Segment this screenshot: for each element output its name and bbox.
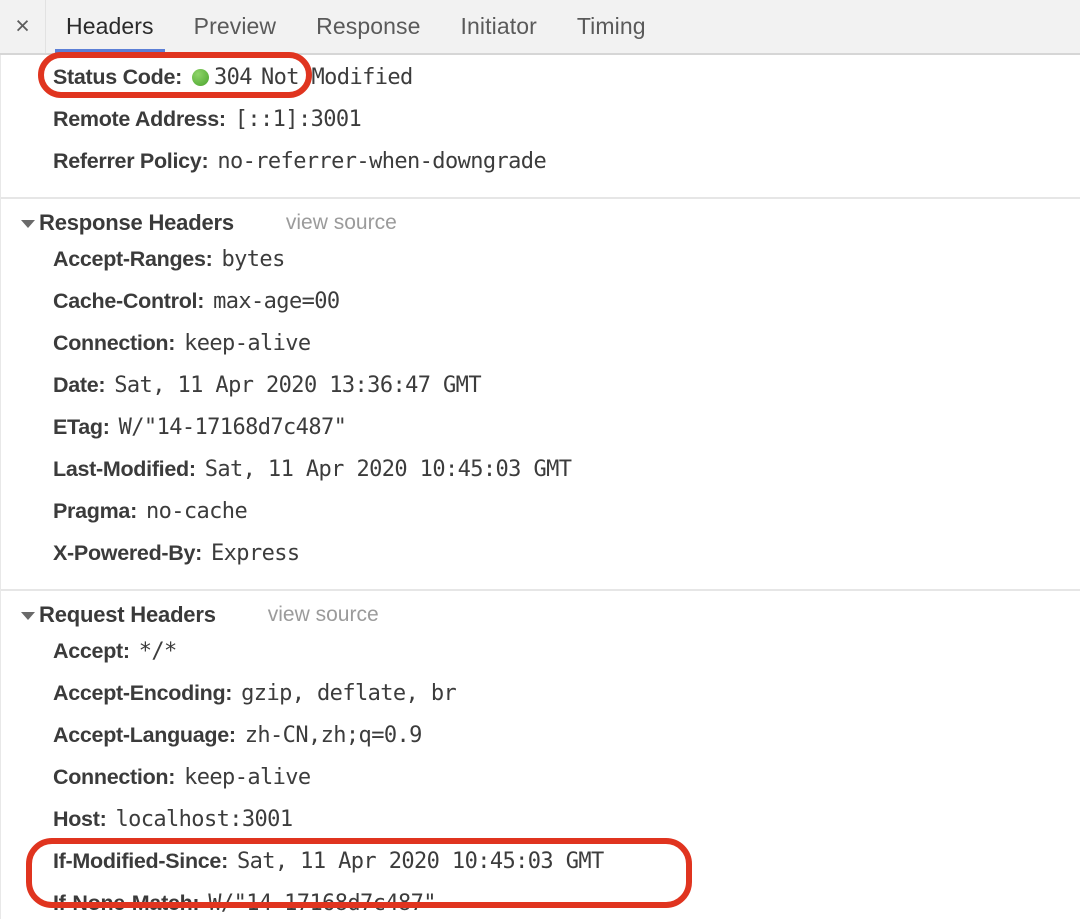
- table-row[interactable]: Accept-Encoding: gzip, deflate, br: [1, 681, 1080, 723]
- header-value: localhost:3001: [115, 807, 293, 832]
- if-modified-since-row[interactable]: If-Modified-Since: Sat, 11 Apr 2020 10:4…: [1, 849, 1080, 891]
- status-code-text: Not Modified: [260, 65, 413, 90]
- header-name: Accept-Encoding:: [53, 681, 233, 705]
- response-headers-header[interactable]: Response Headers view source: [1, 199, 1080, 247]
- table-row[interactable]: Connection: keep-alive: [1, 331, 1080, 373]
- header-name: If-None-Match:: [53, 891, 200, 915]
- header-name: Accept-Ranges:: [53, 247, 213, 271]
- tab-headers-label: Headers: [66, 13, 154, 39]
- header-value: Sat, 11 Apr 2020 13:36:47 GMT: [114, 373, 481, 398]
- header-value: max-age=00: [213, 289, 340, 314]
- response-headers-rows: Accept-Ranges: bytes Cache-Control: max-…: [1, 247, 1080, 589]
- header-value: gzip, deflate, br: [241, 681, 457, 706]
- tab-initiator[interactable]: Initiator: [441, 0, 557, 53]
- header-value: Express: [211, 541, 300, 566]
- status-indicator-icon: [192, 69, 209, 86]
- tab-timing-label: Timing: [576, 13, 646, 39]
- table-row[interactable]: Host: localhost:3001: [1, 807, 1080, 849]
- tab-preview-label: Preview: [193, 13, 277, 39]
- header-value: */*: [138, 639, 178, 664]
- tab-bar: × Headers Preview Response Initiator Tim…: [0, 0, 1080, 55]
- table-row[interactable]: Pragma: no-cache: [1, 499, 1080, 541]
- referrer-policy-value: no-referrer-when-downgrade: [217, 149, 547, 174]
- header-name: Accept:: [53, 639, 130, 663]
- header-value: keep-alive: [184, 331, 311, 356]
- status-code-row[interactable]: Status Code: 304 Not Modified: [1, 65, 1080, 107]
- if-none-match-row[interactable]: If-None-Match: W/"14-17168d7c487": [1, 891, 1080, 919]
- table-row[interactable]: Connection: keep-alive: [1, 765, 1080, 807]
- response-headers-title: Response Headers: [39, 210, 234, 235]
- chevron-down-icon[interactable]: [19, 607, 35, 623]
- request-headers-section: Request Headers view source Accept: */* …: [1, 589, 1080, 919]
- referrer-policy-label: Referrer Policy:: [53, 149, 209, 173]
- header-name: X-Powered-By:: [53, 541, 203, 565]
- header-name: Accept-Language:: [53, 723, 236, 747]
- tab-response[interactable]: Response: [296, 0, 440, 53]
- header-value: bytes: [221, 247, 285, 272]
- table-row[interactable]: X-Powered-By: Express: [1, 541, 1080, 583]
- remote-address-row[interactable]: Remote Address: [::1]:3001: [1, 107, 1080, 149]
- header-name: ETag:: [53, 415, 110, 439]
- response-view-source-link[interactable]: view source: [286, 211, 397, 235]
- close-icon[interactable]: ×: [0, 0, 46, 53]
- request-headers-rows: Accept: */* Accept-Encoding: gzip, defla…: [1, 639, 1080, 919]
- headers-panel-body: Status Code: 304 Not Modified Remote Add…: [0, 55, 1080, 919]
- table-row[interactable]: Last-Modified: Sat, 11 Apr 2020 10:45:03…: [1, 457, 1080, 499]
- header-name: Host:: [53, 807, 107, 831]
- tab-headers[interactable]: Headers: [46, 0, 174, 53]
- header-name: If-Modified-Since:: [53, 849, 228, 873]
- tab-response-label: Response: [316, 13, 421, 39]
- header-name: Pragma:: [53, 499, 137, 523]
- chevron-down-icon[interactable]: [19, 215, 35, 231]
- table-row[interactable]: ETag: W/"14-17168d7c487": [1, 415, 1080, 457]
- response-headers-section: Response Headers view source Accept-Rang…: [1, 197, 1080, 589]
- header-value: Sat, 11 Apr 2020 10:45:03 GMT: [204, 457, 572, 482]
- status-code-value: 304: [214, 65, 253, 90]
- table-row[interactable]: Accept-Ranges: bytes: [1, 247, 1080, 289]
- general-section: Status Code: 304 Not Modified Remote Add…: [1, 55, 1080, 197]
- tab-preview[interactable]: Preview: [174, 0, 297, 53]
- referrer-policy-row[interactable]: Referrer Policy: no-referrer-when-downgr…: [1, 149, 1080, 191]
- table-row[interactable]: Accept: */*: [1, 639, 1080, 681]
- header-name: Cache-Control:: [53, 289, 205, 313]
- header-value: keep-alive: [184, 765, 311, 790]
- header-name: Date:: [53, 373, 106, 397]
- header-value: W/"14-17168d7c487": [118, 415, 347, 440]
- header-value: zh-CN,zh;q=0.9: [244, 723, 423, 748]
- table-row[interactable]: Cache-Control: max-age=00: [1, 289, 1080, 331]
- table-row[interactable]: Date: Sat, 11 Apr 2020 13:36:47 GMT: [1, 373, 1080, 415]
- header-name: Connection:: [53, 765, 176, 789]
- devtools-network-headers-panel: × Headers Preview Response Initiator Tim…: [0, 0, 1080, 919]
- header-name: Last-Modified:: [53, 457, 196, 481]
- header-value: no-cache: [145, 499, 248, 524]
- tab-initiator-label: Initiator: [460, 13, 537, 39]
- request-headers-header[interactable]: Request Headers view source: [1, 591, 1080, 639]
- request-view-source-link[interactable]: view source: [268, 603, 379, 627]
- request-headers-title: Request Headers: [39, 602, 216, 627]
- status-code-label: Status Code:: [53, 65, 182, 89]
- header-value: W/"14-17168d7c487": [208, 891, 436, 916]
- tab-timing[interactable]: Timing: [557, 0, 666, 53]
- general-rows: Status Code: 304 Not Modified Remote Add…: [1, 55, 1080, 197]
- header-name: Connection:: [53, 331, 176, 355]
- remote-address-value: [::1]:3001: [234, 107, 362, 132]
- table-row[interactable]: Accept-Language: zh-CN,zh;q=0.9: [1, 723, 1080, 765]
- remote-address-label: Remote Address:: [53, 107, 226, 131]
- header-value: Sat, 11 Apr 2020 10:45:03 GMT: [236, 849, 604, 874]
